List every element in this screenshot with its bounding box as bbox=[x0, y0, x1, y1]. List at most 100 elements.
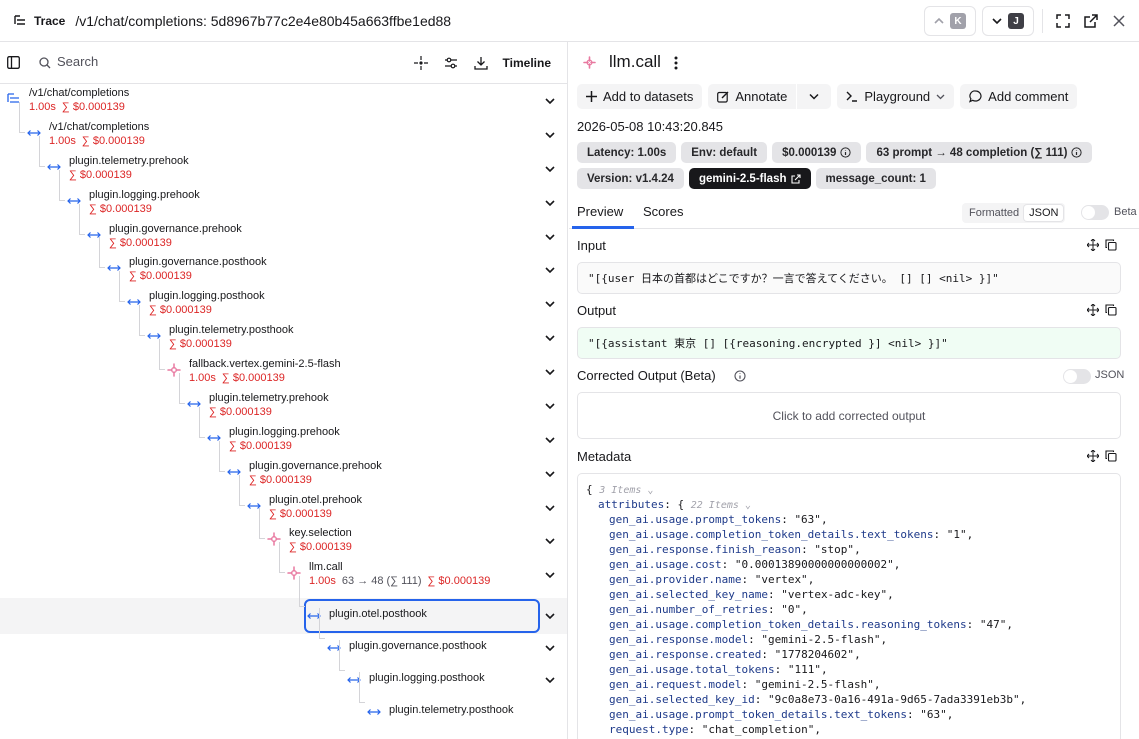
span-row[interactable]: plugin.governance.prehook ∑ $0.000139 bbox=[0, 441, 567, 491]
annotate-dropdown-button[interactable] bbox=[797, 84, 832, 109]
edit-icon bbox=[717, 91, 729, 103]
search-input[interactable] bbox=[57, 54, 257, 69]
beta-label: Beta bbox=[1114, 206, 1137, 218]
chevron-down-icon bbox=[936, 94, 945, 99]
span-row[interactable]: /v1/chat/completions 1.00s ∑ $0.000139 bbox=[0, 84, 567, 118]
cost-badge[interactable]: $0.000139 bbox=[772, 142, 862, 163]
metadata-attribute: gen_ai.usage.prompt_token_details.text_t… bbox=[609, 707, 953, 722]
expand-chevron-icon[interactable] bbox=[543, 534, 557, 548]
corrected-json-switch[interactable] bbox=[1063, 369, 1091, 384]
span-row[interactable]: plugin.logging.prehook ∑ $0.000139 bbox=[0, 170, 567, 220]
format-formatted-option[interactable]: Formatted bbox=[964, 205, 1024, 221]
copy-icon[interactable] bbox=[1105, 304, 1117, 316]
corrected-output-input[interactable]: Click to add corrected output bbox=[577, 392, 1121, 439]
expand-chevron-icon[interactable] bbox=[543, 433, 557, 447]
expand-button[interactable] bbox=[1049, 7, 1077, 35]
expand-chevron-icon[interactable] bbox=[543, 263, 557, 277]
span-name: /v1/chat/completions bbox=[29, 87, 130, 99]
next-span-button[interactable]: J bbox=[982, 6, 1034, 36]
span-row[interactable]: plugin.otel.posthook bbox=[0, 576, 567, 626]
expand-chevron-icon[interactable] bbox=[543, 641, 557, 655]
span-name: fallback.vertex.gemini-2.5-flash bbox=[189, 358, 341, 370]
span-row[interactable]: plugin.telemetry.posthook ∑ $0.000139 bbox=[0, 305, 567, 355]
span-row[interactable]: plugin.governance.prehook ∑ $0.000139 bbox=[0, 204, 567, 254]
info-icon[interactable] bbox=[734, 370, 746, 382]
close-button[interactable] bbox=[1105, 7, 1133, 35]
tree-connector bbox=[359, 702, 365, 703]
playground-button[interactable]: Playground bbox=[837, 84, 955, 109]
span-more-button[interactable] bbox=[674, 56, 678, 73]
trace-tree-icon bbox=[14, 14, 25, 25]
expand-chevron-icon[interactable] bbox=[543, 162, 557, 176]
tree-connector bbox=[239, 475, 240, 505]
format-json-option[interactable]: JSON bbox=[1024, 205, 1064, 221]
expand-chevron-icon[interactable] bbox=[543, 331, 557, 345]
span-row[interactable]: plugin.governance.posthook bbox=[0, 608, 567, 658]
expand-chevron-icon[interactable] bbox=[543, 297, 557, 311]
move-icon[interactable] bbox=[1087, 450, 1099, 462]
expand-chevron-icon[interactable] bbox=[543, 568, 557, 582]
span-meta: ∑ $0.000139 bbox=[249, 474, 312, 486]
sidebar-icon bbox=[7, 56, 20, 69]
expand-chevron-icon[interactable] bbox=[543, 673, 557, 687]
metadata-label: Metadata bbox=[577, 449, 632, 464]
expand-chevron-icon[interactable] bbox=[543, 196, 557, 210]
expand-chevron-icon[interactable] bbox=[543, 94, 557, 108]
input-value: "[{user 日本の首都はどこですか？一言で答えてください。 [] [] <n… bbox=[577, 262, 1121, 294]
span-row[interactable]: fallback.vertex.gemini-2.5-flash 1.00s ∑ $… bbox=[0, 339, 567, 389]
copy-icon[interactable] bbox=[1105, 239, 1117, 251]
metadata-root-count[interactable]: 3 Items bbox=[599, 485, 641, 496]
expand-chevron-icon[interactable] bbox=[543, 230, 557, 244]
expand-chevron-icon[interactable] bbox=[543, 399, 557, 413]
expand-chevron-icon[interactable] bbox=[543, 609, 557, 623]
metadata-separator: : bbox=[754, 693, 768, 706]
add-comment-button[interactable]: Add comment bbox=[960, 84, 1078, 109]
prev-shortcut-key: K bbox=[950, 13, 966, 29]
metadata-separator: : bbox=[966, 618, 980, 631]
beta-switch[interactable] bbox=[1081, 205, 1109, 220]
metadata-attribute: gen_ai.response.finish_reason: "stop", bbox=[609, 542, 861, 557]
span-row[interactable]: plugin.telemetry.prehook ∑ $0.000139 bbox=[0, 373, 567, 423]
metadata-attribute: request.type: "chat_completion", bbox=[609, 722, 821, 737]
tokens-badge[interactable]: 63 prompt → 48 completion (∑ 111) bbox=[866, 142, 1093, 163]
version-value: Version: v1.4.24 bbox=[587, 172, 674, 185]
annotate-button[interactable]: Annotate bbox=[708, 84, 797, 109]
add-to-datasets-button[interactable]: Add to datasets bbox=[577, 84, 703, 109]
move-icon[interactable] bbox=[1087, 304, 1099, 316]
tab-preview[interactable]: Preview bbox=[577, 204, 623, 219]
focus-button[interactable] bbox=[414, 56, 428, 73]
filter-button[interactable] bbox=[444, 56, 458, 73]
prev-span-button[interactable]: K bbox=[924, 6, 976, 36]
span-row[interactable]: plugin.governance.posthook ∑ $0.000139 bbox=[0, 237, 567, 287]
span-name: plugin.logging.posthook bbox=[149, 290, 265, 302]
span-row[interactable]: llm.call 1.00s 63 → 48 (∑ 111) ∑ $0.000139 bbox=[0, 542, 567, 592]
span-row[interactable]: plugin.telemetry.posthook bbox=[0, 672, 567, 722]
span-row[interactable]: plugin.otel.prehook ∑ $0.000139 bbox=[0, 475, 567, 525]
tab-scores[interactable]: Scores bbox=[643, 204, 683, 219]
move-icon[interactable] bbox=[1087, 239, 1099, 251]
tree-connector bbox=[119, 301, 125, 302]
expand-chevron-icon[interactable] bbox=[543, 128, 557, 142]
span-row[interactable]: plugin.telemetry.prehook ∑ $0.000139 bbox=[0, 136, 567, 186]
span-row[interactable]: plugin.logging.posthook ∑ $0.000139 bbox=[0, 271, 567, 321]
expand-chevron-icon[interactable] bbox=[543, 501, 557, 515]
model-badge[interactable]: gemini-2.5-flash bbox=[688, 168, 811, 189]
expand-chevron-icon[interactable] bbox=[543, 365, 557, 379]
span-row[interactable]: key.selection ∑ $0.000139 bbox=[0, 508, 567, 558]
copy-icon[interactable] bbox=[1105, 450, 1117, 462]
span-name: plugin.telemetry.prehook bbox=[69, 155, 189, 167]
span-row[interactable]: plugin.logging.posthook bbox=[0, 640, 567, 690]
span-cost: ∑ $0.000139 bbox=[109, 237, 172, 249]
tree-connector bbox=[339, 670, 345, 671]
span-duration: 1.00s bbox=[309, 575, 336, 587]
download-button[interactable] bbox=[474, 56, 488, 73]
timeline-toggle[interactable]: Timeline bbox=[503, 56, 551, 70]
open-external-button[interactable] bbox=[1077, 7, 1105, 35]
metadata-key: gen_ai.number_of_retries bbox=[609, 603, 768, 616]
span-row[interactable]: plugin.logging.prehook ∑ $0.000139 bbox=[0, 407, 567, 457]
span-cost: ∑ $0.000139 bbox=[229, 440, 292, 452]
span-row[interactable]: /v1/chat/completions 1.00s ∑ $0.000139 bbox=[0, 102, 567, 152]
toggle-sidebar-button[interactable] bbox=[7, 56, 20, 72]
metadata-attributes-count[interactable]: 22 Items bbox=[691, 500, 739, 511]
expand-chevron-icon[interactable] bbox=[543, 467, 557, 481]
